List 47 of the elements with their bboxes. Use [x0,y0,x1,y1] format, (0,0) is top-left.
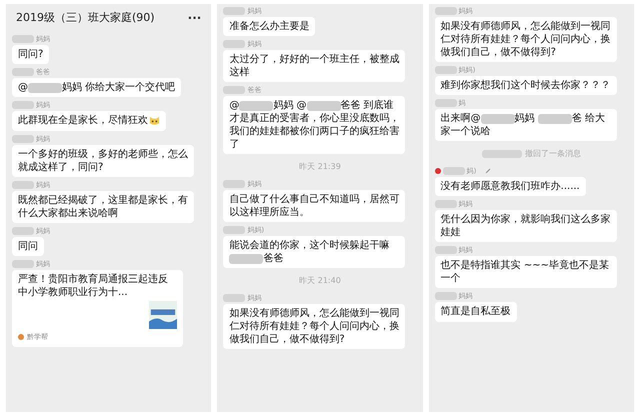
message-text: 如果没有师德师风，怎么能做到一视同仁对待所有娃娃？每个人问问内心，换做我们自己，做不做得到? [440,20,611,59]
blurred-name [434,292,457,300]
thumbnail-image [148,300,177,329]
blurred-name [12,134,34,143]
blurred-name [434,99,457,108]
message-text: 能说会道的你家，这个时候躲起干嘛 爸爸 [229,239,390,266]
blurred-name [223,86,246,94]
blurred-name [12,68,34,76]
blurred-name [12,35,34,43]
message-text: 自己做了什么事自己不知道吗，居然可以这样理所应当。 [229,193,400,220]
blurred-name [434,66,457,74]
message-text: 既然都已经揭破了，这里都是家长，有什么大家都出来说哈啊 [18,194,188,220]
message-text: @ 妈妈 你给大家一个交代吧 [18,81,176,94]
message-text: 一个多好的班级，多好的老师些，怎么就成这样了，同问? [18,148,188,174]
message-text: 没有老师愿意教我们班咋办...... [440,180,580,194]
message-text: 出来啊@ 妈妈 爸 给大家一个说哈 [440,112,606,138]
timestamp: 昨天 21:39 [299,161,341,172]
group-title: 2019级（三）班大家庭(90) [16,10,155,25]
blurred-name [434,7,457,15]
message-text: 此群现在全是家长，尽情狂欢 [18,114,148,128]
message-text: 凭什么因为你家，就影响我们这么多家娃娃 [440,213,611,240]
message-text: 同问 [18,240,38,253]
blurred-name [12,260,34,268]
blurred-name [223,7,246,15]
blurred-name [12,101,34,110]
blurred-name [434,200,457,208]
message-text: 难到你家想我们这个时候去你家？？？ [440,79,611,92]
card-title: 严查！贵阳市教育局通报三起违反中小学教师职业行为十... [18,274,168,298]
blurred-name [12,226,34,235]
blurred-name [223,226,246,234]
message-text: 太过分了，好好的一个班主任，被整成这样 [229,53,400,80]
blurred-name [482,150,522,158]
blurred-name [223,40,246,48]
blurred-name [12,180,34,189]
message-text: 如果没有师德师风，怎么能做到一视同仁对待所有娃娃？每个人问问内心，换做我们自己，做不做得到? [229,307,400,346]
message-text: 简直是自私至极 [440,305,511,318]
blurred-name [442,167,465,176]
message-text: 同问? [18,48,44,61]
blurred-name [223,180,246,188]
blurred-name [434,246,457,254]
blurred-name [223,294,246,302]
source-icon [18,334,24,340]
message-text: 准备怎么办主要是 [229,20,310,33]
more-menu[interactable]: ··· [188,10,202,24]
message-text: 也不是特指谁其实 ~~~毕竟也不是某一个 [440,259,610,286]
message-text: @ 妈妈 @ 爸爸 到底谁才是真正的受害者，你心里没底数吗，我们的娃娃都被你们两口子的疯狂给害了 [229,99,400,152]
timestamp: 昨天 21:40 [299,275,341,286]
